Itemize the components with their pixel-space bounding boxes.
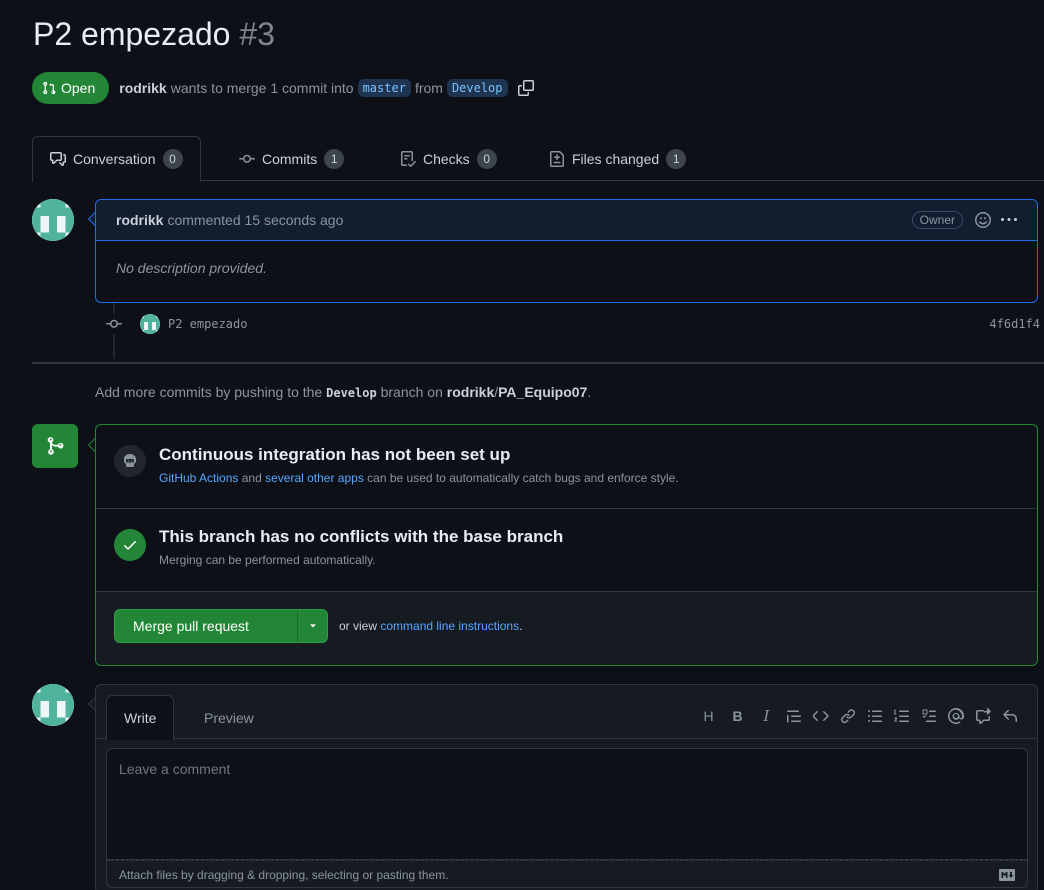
push-hint-repo: PA_Equipo07 [498, 384, 588, 400]
ci-title: Continuous integration has not been set … [159, 445, 511, 464]
git-commit-icon [239, 154, 255, 163]
heading-button[interactable]: H [697, 705, 720, 727]
tab-preview[interactable]: Preview [187, 695, 271, 740]
push-hint-prefix: Add more commits by pushing to the [95, 384, 323, 400]
file-diff-icon [550, 150, 564, 167]
merge-text: wants to merge 1 commit into [170, 80, 354, 96]
comment-author[interactable]: rodrikk [116, 212, 163, 228]
merge-box: Continuous integration has not been set … [95, 424, 1038, 666]
tab-label: Checks [423, 150, 470, 167]
avatar[interactable] [32, 684, 74, 726]
comment-meta[interactable]: commented 15 seconds ago [167, 212, 343, 228]
other-apps-link[interactable]: several other apps [265, 471, 364, 485]
merge-options-dropdown[interactable] [297, 610, 327, 642]
tab-counter: 1 [324, 148, 345, 169]
tab-files-changed[interactable]: Files changed 1 [549, 136, 687, 181]
comment-box: rodrikk commented 15 seconds ago Owner N… [95, 199, 1038, 303]
tab-counter: 0 [162, 149, 183, 169]
ordered-list-icon[interactable] [890, 705, 913, 727]
triangle-down-icon [309, 624, 316, 628]
push-hint-middle: branch on [380, 384, 443, 400]
attach-files-bar[interactable]: Attach files by dragging & dropping, sel… [106, 860, 1028, 888]
tab-conversation[interactable]: Conversation 0 [32, 136, 201, 182]
commit-message[interactable]: P2 empezado [168, 317, 247, 331]
task-list-icon[interactable] [917, 705, 940, 727]
tab-label: Commits [262, 150, 318, 167]
base-branch[interactable]: master [357, 79, 411, 97]
kebab-horizontal-icon[interactable] [1001, 212, 1017, 228]
conflict-title: This branch has no conflicts with the ba… [159, 527, 564, 546]
tab-label: Files changed [572, 150, 660, 167]
avatar[interactable] [32, 199, 74, 241]
push-hint: Add more commits by pushing to the Devel… [95, 384, 592, 400]
smiley-icon[interactable] [975, 212, 991, 228]
state-badge: Open [32, 72, 110, 104]
comment-body: No description provided. [116, 260, 267, 276]
tab-checks[interactable]: Checks 0 [400, 136, 497, 181]
from-text: from [414, 80, 443, 96]
pr-number: #3 [239, 16, 275, 52]
unordered-list-icon[interactable] [863, 705, 886, 727]
ci-section: Continuous integration has not been set … [96, 425, 1037, 509]
bold-button[interactable]: B [726, 705, 749, 727]
commit-sha[interactable]: 4f6d1f4 [989, 317, 1040, 331]
conflict-subtitle: Merging can be performed automatically. [159, 553, 376, 567]
copy-icon[interactable] [517, 80, 534, 96]
timeline-divider [32, 362, 1044, 364]
check-icon [114, 529, 146, 561]
command-line-link[interactable]: command line instructions [380, 619, 519, 633]
tab-counter: 1 [666, 148, 687, 169]
state-label: Open [61, 80, 96, 96]
owner-badge: Owner [911, 211, 963, 229]
attach-files-text: Attach files by dragging & dropping, sel… [119, 868, 449, 882]
git-commit-icon [104, 314, 124, 334]
pr-title-text: P2 empezado [33, 16, 231, 52]
cli-suffix: . [519, 619, 523, 633]
checklist-icon [401, 150, 416, 167]
cross-reference-icon[interactable] [971, 705, 994, 727]
comment-header: rodrikk commented 15 seconds ago Owner [96, 200, 1037, 241]
editor-tabs: Write Preview H B I [96, 685, 1037, 740]
merge-pull-request-button[interactable]: Merge pull request [114, 609, 328, 643]
head-branch[interactable]: Develop [446, 79, 508, 97]
commit-avatar[interactable] [140, 314, 160, 334]
italic-button[interactable]: I [755, 705, 778, 727]
comment-textarea[interactable]: Leave a comment [106, 748, 1028, 860]
git-merge-icon [32, 424, 78, 468]
or-view-label: or view [339, 619, 378, 633]
push-hint-owner: rodrikk [446, 384, 495, 400]
ci-subtitle: GitHub Actions and several other apps ca… [159, 471, 679, 485]
tab-label: Conversation [73, 151, 156, 167]
comment-discussion-icon [50, 152, 66, 166]
reply-icon[interactable] [998, 705, 1021, 727]
quote-icon[interactable] [782, 705, 805, 727]
push-hint-branch: Develop [326, 386, 377, 400]
ci-rest: can be used to automatically catch bugs … [367, 471, 679, 485]
commit-row: P2 empezado 4f6d1f4 [104, 314, 1040, 334]
or-view-text: or view command line instructions. [339, 619, 522, 633]
conflict-section: This branch has no conflicts with the ba… [96, 509, 1037, 592]
comment-editor: Write Preview H B I Leave a comment Atta… [95, 684, 1038, 890]
tab-commits[interactable]: Commits 1 [239, 136, 345, 181]
pr-state-row: Open rodrikk wants to merge 1 commit int… [32, 72, 534, 104]
merge-button-label: Merge pull request [133, 618, 249, 634]
pr-tabs: Conversation 0 Commits 1 Checks 0 Files … [32, 136, 1044, 182]
github-actions-link[interactable]: GitHub Actions [159, 471, 238, 485]
ci-and: and [241, 471, 262, 485]
markdown-icon[interactable] [999, 869, 1015, 884]
pr-author[interactable]: rodrikk [119, 80, 166, 96]
merge-action-section: Merge pull request or view command line … [96, 592, 1037, 665]
link-icon[interactable] [836, 705, 859, 727]
markdown-toolbar: H B I [697, 705, 1021, 727]
copilot-icon [114, 445, 146, 477]
pr-title: P2 empezado #3 [33, 16, 275, 53]
tab-write[interactable]: Write [106, 695, 175, 740]
push-hint-suffix: . [587, 384, 592, 400]
tab-counter: 0 [476, 148, 497, 169]
git-pull-request-icon [43, 81, 56, 95]
code-icon[interactable] [809, 705, 832, 727]
mention-icon[interactable] [944, 705, 967, 727]
